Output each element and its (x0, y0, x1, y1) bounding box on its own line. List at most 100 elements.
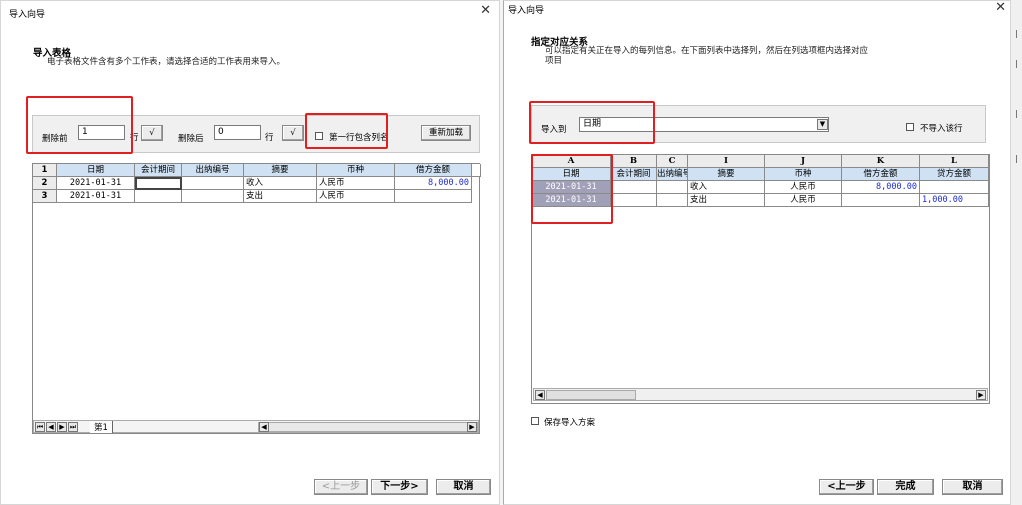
horizontal-scrollbar[interactable]: ◀ ▶ (258, 422, 478, 432)
table-cell-amount[interactable]: 8,000.00 (842, 181, 920, 194)
import-wizard-step1-window: 导入向导 ✕ 导入表格 电子表格文件含有多个工作表，请选择合适的工作表用来导入。… (0, 0, 500, 505)
save-scheme-checkbox[interactable] (531, 417, 539, 425)
table-cell-active[interactable] (135, 177, 182, 190)
table-cell[interactable]: 2021-01-31 (57, 190, 135, 203)
scroll-left-icon[interactable]: ◀ (535, 390, 545, 400)
step-description-line2: 项目 (545, 56, 563, 66)
table-cell-amount[interactable]: 1,000.00 (920, 194, 989, 207)
finish-button[interactable]: 完成 (877, 479, 934, 495)
column-header-period[interactable]: 会计期间 (611, 168, 657, 181)
table-cell[interactable]: 人民币 (317, 177, 395, 190)
scrollbar-thumb[interactable] (546, 390, 636, 400)
delete-before-input[interactable]: 1 (78, 125, 125, 140)
table-cell[interactable]: 收入 (688, 181, 765, 194)
scroll-right-icon[interactable]: ▶ (467, 422, 477, 432)
delete-after-label: 删除后 (178, 134, 204, 144)
column-header-debit[interactable]: 借方金额 (842, 168, 920, 181)
column-header-date[interactable]: 日期 (532, 168, 611, 181)
table-cell[interactable]: 支出 (688, 194, 765, 207)
delete-before-label: 删除前 (42, 134, 68, 144)
prev-step-button[interactable]: <上一步 (819, 479, 874, 495)
column-letter[interactable]: L (920, 155, 989, 168)
next-sheet-icon[interactable]: ▶ (57, 422, 67, 432)
table-cell[interactable] (182, 177, 244, 190)
column-header-currency[interactable]: 币种 (765, 168, 842, 181)
chevron-down-icon[interactable]: ▼ (817, 119, 828, 130)
column-header-credit[interactable]: 贷方金额 (920, 168, 989, 181)
row-unit-label: 行 (130, 133, 139, 143)
last-sheet-icon[interactable]: ⏭ (68, 422, 78, 432)
close-icon[interactable]: ✕ (995, 0, 1006, 15)
first-sheet-icon[interactable]: ⏮ (35, 422, 45, 432)
delete-after-confirm-button[interactable]: √ (282, 125, 304, 141)
sheet-tab-bar: ⏮ ◀ ▶ ⏭ 第1 ◀ ▶ (33, 420, 479, 433)
no-import-checkbox[interactable] (906, 123, 914, 131)
table-cell-amount[interactable] (920, 181, 989, 194)
table-cell[interactable]: 人民币 (765, 181, 842, 194)
step-description: 电子表格文件含有多个工作表，请选择合适的工作表用来导入。 (47, 57, 286, 67)
column-header-cashier-no[interactable]: 出纳编号 (657, 168, 688, 181)
cancel-button[interactable]: 取消 (436, 479, 491, 495)
edge-mark (1016, 30, 1017, 38)
column-header-currency[interactable]: 币种 (317, 164, 395, 177)
close-icon[interactable]: ✕ (480, 3, 491, 18)
table-cell[interactable]: 人民币 (317, 190, 395, 203)
column-letter[interactable]: I (688, 155, 765, 168)
edge-mark (1016, 60, 1017, 68)
delete-after-input[interactable]: 0 (214, 125, 261, 140)
step-description-line1: 可以指定有关正在导入的每列信息。在下面列表中选择列，然后在列选项框内选择对应 (545, 46, 869, 56)
no-import-label: 不导入该行 (920, 124, 963, 134)
table-cell[interactable] (182, 190, 244, 203)
column-letter[interactable]: C (657, 155, 688, 168)
column-header-cashier-no[interactable]: 出纳编号 (182, 164, 244, 177)
table-cell[interactable] (657, 181, 688, 194)
table-cell-amount[interactable] (395, 190, 472, 203)
table-cell[interactable]: 人民币 (765, 194, 842, 207)
table-cell[interactable] (657, 194, 688, 207)
table-cell[interactable]: 支出 (244, 190, 317, 203)
import-to-label: 导入到 (541, 125, 567, 135)
table-cell[interactable]: 2021-01-31 (57, 177, 135, 190)
edge-mark (1016, 110, 1017, 118)
sheet-tab[interactable]: 第1 (90, 421, 113, 433)
column-header-debit[interactable]: 借方金额 (395, 164, 472, 177)
scroll-left-icon[interactable]: ◀ (259, 422, 269, 432)
table-cell-selected[interactable]: 2021-01-31 (532, 194, 611, 207)
spreadsheet-preview[interactable]: 1 日期 会计期间 出纳编号 摘要 币种 借方金额 2 2021-01-31 收… (32, 163, 481, 434)
column-header-period[interactable]: 会计期间 (135, 164, 182, 177)
scroll-right-icon[interactable]: ▶ (976, 390, 986, 400)
horizontal-scrollbar[interactable]: ◀ ▶ (533, 388, 988, 401)
column-letter[interactable]: B (611, 155, 657, 168)
window-title: 导入向导 (9, 10, 46, 20)
table-cell[interactable]: 收入 (244, 177, 317, 190)
table-filler (472, 164, 481, 177)
first-row-header-checkbox[interactable] (315, 132, 323, 140)
delete-before-confirm-button[interactable]: √ (141, 125, 163, 141)
row-number: 1 (33, 164, 57, 177)
column-letter[interactable]: K (842, 155, 920, 168)
table-cell-selected[interactable]: 2021-01-31 (532, 181, 611, 194)
table-cell-amount[interactable] (842, 194, 920, 207)
cancel-button[interactable]: 取消 (942, 479, 1003, 495)
first-row-header-label: 第一行包含列名 (329, 133, 389, 143)
prev-step-button[interactable]: <上一步 (314, 479, 368, 495)
import-wizard-step2-window: 导入向导 ✕ 指定对应关系 可以指定有关正在导入的每列信息。在下面列表中选择列，… (503, 0, 1011, 505)
options-panel: 删除前 1 行 √ 删除后 0 行 √ 第一行包含列名 重新加载 (32, 115, 480, 153)
table-cell-amount[interactable]: 8,000.00 (395, 177, 472, 190)
table-cell[interactable] (611, 194, 657, 207)
save-scheme-label: 保存导入方案 (544, 418, 596, 428)
next-step-button[interactable]: 下一步> (371, 479, 428, 495)
window-title: 导入向导 (508, 6, 545, 16)
reload-button[interactable]: 重新加载 (421, 125, 471, 141)
column-letter[interactable]: A (532, 155, 611, 168)
prev-sheet-icon[interactable]: ◀ (46, 422, 56, 432)
table-cell[interactable] (135, 190, 182, 203)
row-number: 3 (33, 190, 57, 203)
column-letter[interactable]: J (765, 155, 842, 168)
table-cell[interactable] (611, 181, 657, 194)
import-to-select[interactable]: 日期 (579, 117, 829, 132)
column-mapping-grid[interactable]: A B C I J K L 日期 会计期间 出纳编号 摘要 币种 借方金额 贷方… (531, 154, 990, 404)
column-header-summary[interactable]: 摘要 (688, 168, 765, 181)
column-header-date[interactable]: 日期 (57, 164, 135, 177)
column-header-summary[interactable]: 摘要 (244, 164, 317, 177)
